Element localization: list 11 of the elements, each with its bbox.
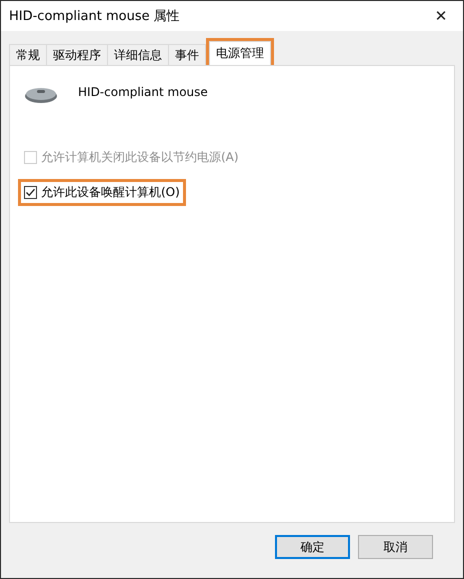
- dialog-button[interactable]: 确定: [275, 535, 350, 559]
- dialog-button[interactable]: 取消: [358, 535, 433, 559]
- close-button[interactable]: ✕: [419, 1, 463, 31]
- checkbox-option[interactable]: 允许此设备唤醒计算机(O): [18, 179, 186, 206]
- checkbox[interactable]: [24, 186, 37, 199]
- tab[interactable]: 电源管理: [209, 41, 271, 65]
- tab[interactable]: 事件: [168, 44, 206, 65]
- device-name: HID-compliant mouse: [78, 85, 208, 99]
- mouse-icon: [24, 86, 58, 104]
- tab[interactable]: 常规: [9, 44, 47, 65]
- window-title: HID-compliant mouse 属性: [9, 8, 180, 25]
